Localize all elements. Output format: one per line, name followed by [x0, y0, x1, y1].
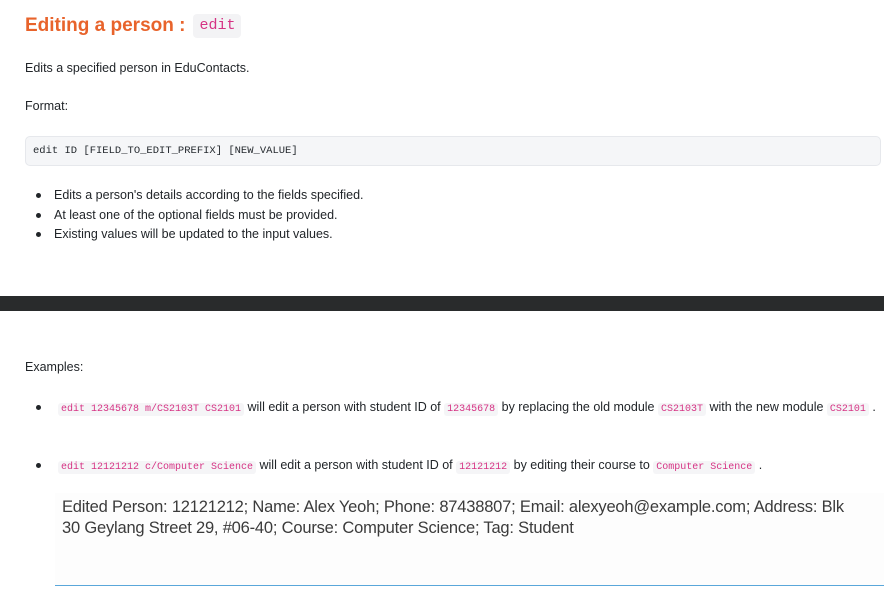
list-item: At least one of the optional fields must… [25, 206, 364, 226]
example-item: edit 12345678 m/CS2103T CS2101 will edit… [25, 398, 884, 419]
student-id-code: 12345678 [444, 403, 499, 416]
result-output-text: Edited Person: 12121212; Name: Alex Yeoh… [62, 498, 844, 537]
student-id-code: 12121212 [456, 461, 511, 474]
new-module-code: CS2101 [826, 403, 869, 416]
example-command: edit 12345678 m/CS2103T CS2101 [58, 403, 245, 416]
section-divider [0, 296, 884, 311]
list-item: Edits a person's details according to th… [25, 186, 364, 206]
bullet-icon [36, 232, 41, 237]
example-command: edit 12121212 c/Computer Science [58, 461, 257, 474]
bullet-icon [36, 405, 41, 410]
list-item: Existing values will be updated to the i… [25, 225, 364, 245]
examples-label: Examples: [25, 360, 84, 374]
bullet-icon [36, 212, 41, 218]
format-label: Format: [25, 99, 69, 113]
description-text: Edits a specified person in EduContacts. [25, 61, 250, 75]
result-screenshot: Edited Person: 12121212; Name: Alex Yeoh… [55, 493, 884, 586]
course-code: Computer Science [653, 461, 756, 474]
user-guide-page: Editing a person : edit Edits a specifie… [0, 0, 884, 596]
section-heading: Editing a person : edit [25, 14, 242, 38]
section-title: Editing a person : [25, 15, 186, 36]
bullet-icon [36, 463, 41, 468]
old-module-code: CS2103T [657, 403, 706, 416]
notes-list: Edits a person's details according to th… [25, 186, 364, 245]
command-keyword: edit [193, 14, 242, 38]
format-code-block: edit ID [FIELD_TO_EDIT_PREFIX] [NEW_VALU… [25, 136, 881, 166]
example-item: edit 12121212 c/Computer Science will ed… [25, 456, 884, 477]
bullet-icon [36, 193, 41, 198]
